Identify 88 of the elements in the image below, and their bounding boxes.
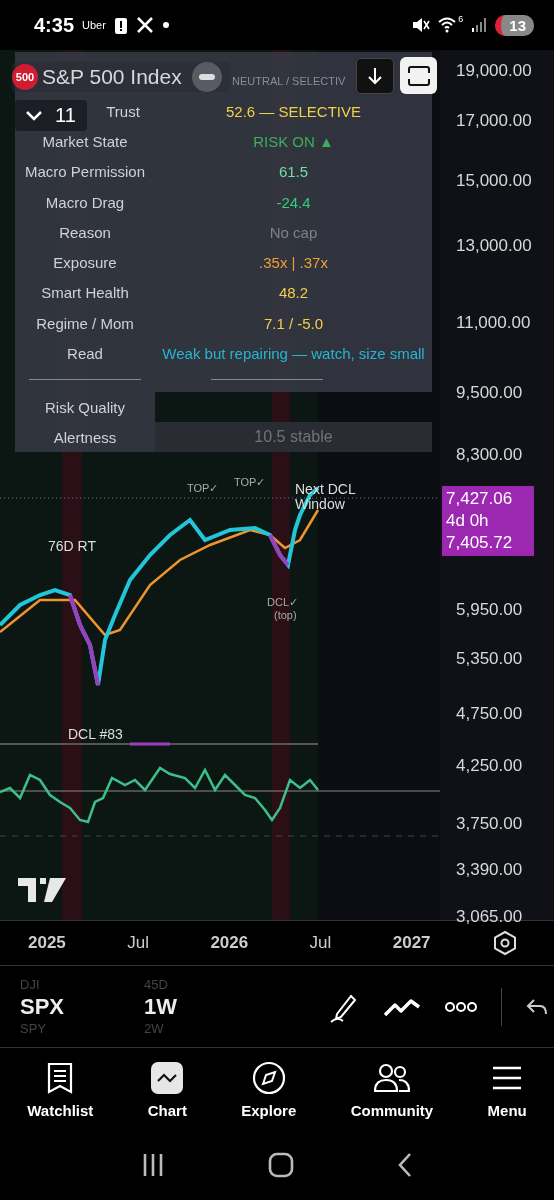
table-cell-text: 61.5 [277, 163, 310, 181]
chart-annotation: TOP✓ [234, 476, 266, 489]
table-cell: Risk Quality [15, 392, 155, 422]
price-axis-label: 4,750.00 [456, 704, 523, 724]
price-axis-label: 17,000.00 [456, 111, 532, 131]
table-cell-text: RISK ON ▲ [252, 132, 335, 150]
nav-tab[interactable]: Chart [147, 1059, 187, 1119]
table-cell-text: Reason [58, 223, 112, 241]
table-cell-text: 52.6 — SELECTIVE [224, 102, 363, 120]
people-icon [373, 1062, 410, 1093]
bar-countdown: 4d 0h [446, 510, 490, 532]
nav-tab[interactable]: Watchlist [27, 1059, 94, 1119]
table-cell: 10.5 stable [254, 428, 333, 446]
interval-option[interactable]: 1W [144, 991, 244, 1022]
time-axis-label: 2026 [210, 933, 249, 953]
chart-annotation: DCL✓ [267, 596, 298, 609]
signal-icon [471, 17, 488, 33]
table-cell-text: Smart Health [40, 284, 130, 302]
battery-alert-icon [113, 16, 128, 34]
app-notification-label: Uber [82, 19, 106, 31]
dot-icon [161, 21, 170, 29]
table-cell-text: Trust [105, 102, 141, 120]
bookmark-list-icon [47, 1061, 74, 1094]
table-cell: Alertness [15, 422, 155, 452]
download-button[interactable] [356, 58, 394, 94]
price-decline-segment [268, 534, 290, 567]
price-axis-label: 5,950.00 [456, 600, 523, 620]
signal-segment [130, 742, 170, 746]
nav-tab[interactable]: Explore [241, 1059, 297, 1119]
price-axis-label: 5,350.00 [456, 649, 523, 669]
battery-level: 13 [495, 14, 534, 36]
more-icon[interactable] [445, 1000, 477, 1013]
price-axis-label: 3,065.00 [456, 907, 523, 927]
price-axis-label: 4,250.00 [456, 756, 523, 776]
table-cell-text: Market State [41, 132, 129, 150]
table-cell-text: Macro Permission [24, 163, 146, 181]
arrow-down-icon [366, 66, 384, 86]
table-cell-text: Weak but repairing — watch, size small [161, 345, 426, 362]
price-axis-label: 15,000.00 [456, 171, 532, 191]
undo-icon[interactable] [526, 997, 548, 1016]
symbol-title[interactable]: S&P 500 Index [42, 65, 182, 89]
nav-tab[interactable]: Community [350, 1059, 434, 1119]
price-axis-label: 11,000.00 [456, 313, 531, 333]
table-cell-text: Read [66, 345, 104, 362]
x-logo-icon [135, 16, 154, 34]
time-axis-label: Jul [127, 933, 149, 953]
back-icon[interactable] [396, 1152, 413, 1178]
table-cell-text: Macro Drag [44, 193, 126, 211]
time-axis-label: 2025 [28, 933, 66, 953]
table-cell-text: 48.2 [277, 284, 310, 302]
collapse-button[interactable] [191, 62, 222, 92]
clock: 4:35 [34, 13, 75, 37]
table-cell-text: No cap [268, 223, 319, 241]
mute-icon [412, 17, 431, 33]
chart-line-icon [157, 1072, 178, 1083]
table-cell-text: Regime / Mom [35, 314, 135, 332]
home-icon[interactable] [268, 1152, 294, 1178]
table-cell-text: .35x | .37x [258, 254, 329, 272]
last-price: 7,427.06 [446, 488, 514, 510]
minus-icon [198, 74, 215, 80]
price-axis-label: 13,000.00 [456, 236, 532, 256]
settings-icon[interactable] [492, 930, 518, 956]
time-axis-label: Jul [309, 933, 332, 953]
price-axis-label: 3,390.00 [456, 860, 523, 880]
price-axis-label: 19,000.00 [456, 61, 532, 81]
fullscreen-icon [407, 65, 430, 86]
logo-icon [18, 878, 66, 904]
chart-annotation: TOP✓ [187, 482, 219, 495]
close-price: 7,405.72 [446, 532, 514, 554]
price-axis-label: 8,300.00 [456, 445, 523, 465]
table-header: NEUTRAL / SELECTIV [232, 75, 346, 87]
table-cell-text: -24.4 [275, 193, 312, 211]
table-cell-text: 7.1 / -5.0 [262, 314, 325, 332]
chevron-down-icon [25, 109, 43, 122]
fullscreen-button[interactable] [400, 57, 437, 94]
indicators-toggle[interactable]: 11 [15, 100, 87, 131]
chart-annotation: 76D RT [48, 538, 96, 554]
price-axis-label: 3,750.00 [456, 814, 523, 834]
menu-icon [492, 1065, 523, 1090]
time-axis-label: 2027 [392, 933, 431, 953]
price-axis-label: 9,500.00 [456, 383, 523, 403]
network-label: 6 [458, 14, 464, 24]
chart-annotation: DCL #83 [68, 726, 123, 742]
nav-tab[interactable]: Menu [487, 1059, 527, 1119]
symbol-option[interactable]: SPX [20, 991, 120, 1022]
chart-annotation: (top) [274, 609, 297, 621]
table-cell-text: Exposure [52, 254, 118, 272]
compass-icon [251, 1060, 286, 1095]
